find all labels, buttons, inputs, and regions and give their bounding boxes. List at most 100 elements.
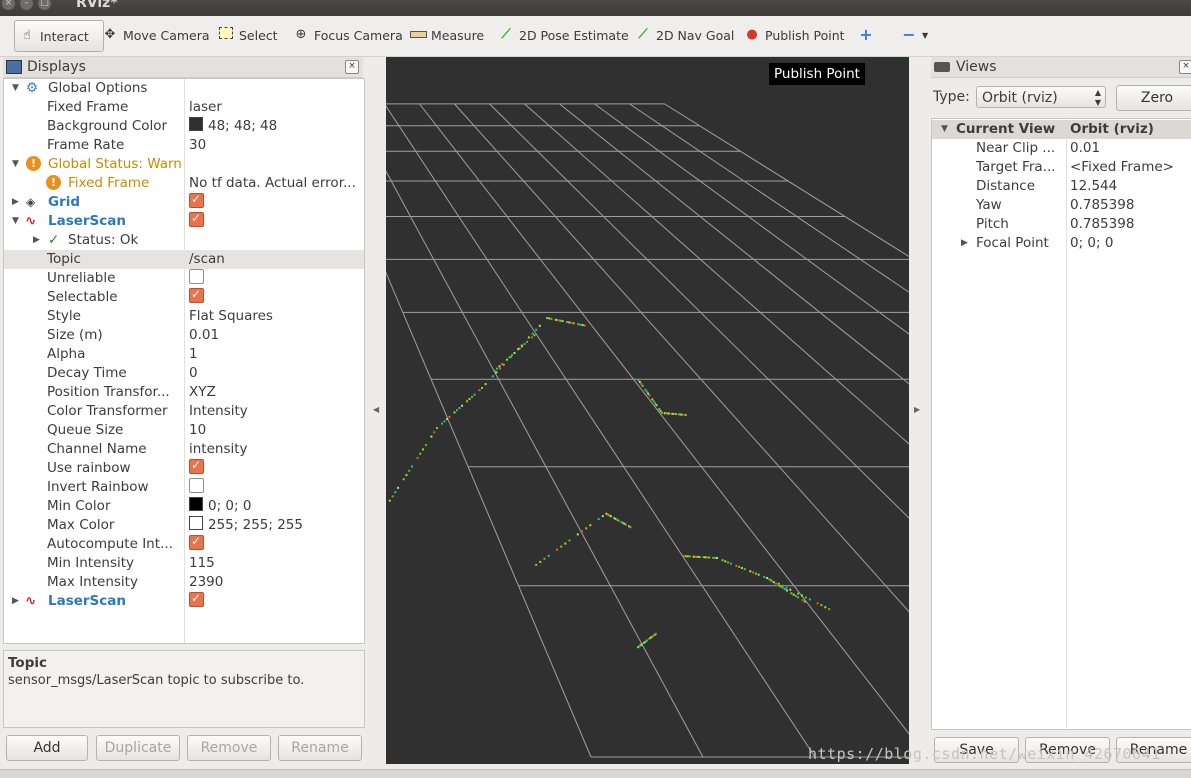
expand-arrow-icon[interactable]: ▼ xyxy=(941,120,948,139)
displays-tree[interactable]: ▼ ⚙ Global Options Fixed Frame laser Bac… xyxy=(3,78,365,644)
views-tree[interactable]: ▼ Current View Orbit (rviz) Near Clip ..… xyxy=(931,118,1191,730)
tree-row-laserscan-prop[interactable]: Decay Time 0 xyxy=(4,364,364,383)
tree-row-background-color[interactable]: Background Color 48; 48; 48 xyxy=(4,117,364,136)
add-button[interactable]: Add xyxy=(6,735,88,761)
interact-tool[interactable]: ☝ Interact xyxy=(14,20,104,52)
remove-tool-button[interactable]: − ▼ xyxy=(897,20,932,50)
prop-value[interactable] xyxy=(189,285,204,307)
tree-row-laserscan-prop[interactable]: Position Transfor... XYZ xyxy=(4,383,364,402)
property-checkbox[interactable] xyxy=(189,478,204,493)
tree-row-laserscan-prop[interactable]: Max Color 255; 255; 255 xyxy=(4,516,364,535)
enabled-checkbox[interactable] xyxy=(189,589,204,611)
property-checkbox[interactable] xyxy=(189,269,204,284)
tree-row-laserscan[interactable]: ▼ ∿ LaserScan xyxy=(4,209,364,231)
prop-value[interactable]: 0.785398 xyxy=(1070,215,1134,234)
prop-value[interactable]: 0; 0; 0 xyxy=(1070,234,1113,253)
collapse-arrow-icon[interactable]: ▶ xyxy=(33,231,40,250)
prop-value[interactable]: Intensity xyxy=(189,402,248,421)
focus-camera-tool[interactable]: ⊕ Focus Camera xyxy=(289,20,407,50)
zero-button[interactable]: Zero xyxy=(1116,85,1191,111)
prop-value[interactable]: 48; 48; 48 xyxy=(189,117,277,136)
collapse-arrow-icon[interactable]: ▶ xyxy=(12,592,19,611)
publish-point-tool[interactable]: ● Publish Point xyxy=(740,20,849,50)
prop-value[interactable]: 30 xyxy=(189,136,206,155)
tree-row-view-prop[interactable]: Yaw 0.785398 xyxy=(932,196,1191,215)
nav-goal-tool[interactable]: ⟋ 2D Nav Goal xyxy=(631,20,738,50)
prop-value[interactable]: 0.785398 xyxy=(1070,196,1134,215)
expand-arrow-icon[interactable]: ▼ xyxy=(12,212,19,231)
tree-row-view-prop[interactable]: Distance 12.544 xyxy=(932,177,1191,196)
tree-row-laserscan-prop[interactable]: Size (m) 0.01 xyxy=(4,326,364,345)
tree-row-grid[interactable]: ▶ ◈ Grid xyxy=(4,190,364,212)
tree-row-laserscan-prop[interactable]: Topic/scan xyxy=(4,250,364,269)
tree-row-view-prop[interactable]: ▶ Focal Point 0; 0; 0 xyxy=(932,234,1191,253)
tree-row-view-prop[interactable]: Target Fra... <Fixed Frame> xyxy=(932,158,1191,177)
tree-row-laserscan-prop[interactable]: Min Color 0; 0; 0 xyxy=(4,497,364,516)
expand-arrow-icon[interactable]: ▼ xyxy=(12,79,19,98)
property-checkbox[interactable] xyxy=(189,285,204,304)
tree-row-laserscan-prop[interactable]: Autocompute Int... xyxy=(4,532,364,554)
prop-value[interactable]: 0.01 xyxy=(189,326,219,345)
collapse-arrow-icon[interactable]: ▶ xyxy=(961,234,968,253)
enabled-checkbox[interactable] xyxy=(189,209,204,231)
tree-row-laserscan-prop[interactable]: Min Intensity 115 xyxy=(4,554,364,573)
minimize-window-icon[interactable]: – xyxy=(20,0,33,10)
splitter-left-handle[interactable]: ◀ xyxy=(373,405,379,414)
rename-button[interactable]: Rename xyxy=(278,735,362,761)
prop-value[interactable]: /scan xyxy=(189,250,225,269)
collapse-arrow-icon[interactable]: ▶ xyxy=(12,193,19,212)
tree-row-global-status[interactable]: ▼ ! Global Status: Warn xyxy=(4,155,364,174)
close-icon[interactable]: × xyxy=(1179,60,1191,74)
tree-row-current-view[interactable]: ▼ Current View Orbit (rviz) xyxy=(932,120,1191,139)
prop-value[interactable]: 10 xyxy=(189,421,206,440)
tree-row-laserscan-prop[interactable]: Queue Size 10 xyxy=(4,421,364,440)
prop-value[interactable] xyxy=(189,532,204,554)
prop-value[interactable]: 12.544 xyxy=(1070,177,1117,196)
tree-row-laserscan-prop[interactable]: Unreliable xyxy=(4,269,364,288)
close-window-icon[interactable]: × xyxy=(2,0,15,10)
prop-value[interactable]: <Fixed Frame> xyxy=(1070,158,1174,177)
prop-value[interactable]: 0.01 xyxy=(1070,139,1100,158)
prop-value[interactable]: laser xyxy=(189,98,222,117)
select-tool[interactable]: Select xyxy=(214,20,282,50)
prop-value[interactable]: 1 xyxy=(189,345,198,364)
tree-row-laserscan-prop[interactable]: Color Transformer Intensity xyxy=(4,402,364,421)
duplicate-button[interactable]: Duplicate xyxy=(96,735,180,761)
move-camera-tool[interactable]: ✥ Move Camera xyxy=(98,20,214,50)
prop-value[interactable] xyxy=(189,478,204,497)
tree-row-frame-rate[interactable]: Frame Rate 30 xyxy=(4,136,364,155)
tree-row-laserscan-prop[interactable]: Alpha 1 xyxy=(4,345,364,364)
tree-row-laserscan-prop[interactable]: Selectable xyxy=(4,285,364,307)
tree-row-fixed-frame[interactable]: Fixed Frame laser xyxy=(4,98,364,117)
tree-row-status-ok[interactable]: ▶ ✓ Status: Ok xyxy=(4,231,364,250)
tree-row-global-options[interactable]: ▼ ⚙ Global Options xyxy=(4,79,364,98)
prop-value[interactable]: 115 xyxy=(189,554,215,573)
measure-tool[interactable]: Measure xyxy=(406,20,488,50)
close-icon[interactable]: × xyxy=(345,60,359,74)
maximize-window-icon[interactable]: □ xyxy=(38,0,51,10)
tree-row-laserscan-2[interactable]: ▶ ∿ LaserScan xyxy=(4,589,364,611)
view-type-select[interactable]: Orbit (rviz) ▲ ▼ xyxy=(976,86,1106,108)
prop-value[interactable]: 0 xyxy=(189,364,198,383)
property-checkbox[interactable] xyxy=(189,456,204,475)
tree-row-status-fixed-frame[interactable]: ! Fixed Frame No tf data. Actual error..… xyxy=(4,174,364,193)
prop-value[interactable]: 255; 255; 255 xyxy=(189,516,303,535)
tree-row-laserscan-prop[interactable]: Style Flat Squares xyxy=(4,307,364,326)
property-checkbox[interactable] xyxy=(189,532,204,551)
tree-row-laserscan-prop[interactable]: Invert Rainbow xyxy=(4,478,364,497)
render-viewport[interactable] xyxy=(386,57,909,764)
expand-arrow-icon[interactable]: ▼ xyxy=(12,155,19,174)
splitter-right-handle[interactable]: ▶ xyxy=(914,405,920,414)
pose-estimate-tool[interactable]: ⟋ 2D Pose Estimate xyxy=(494,20,633,50)
tree-row-laserscan-prop[interactable]: Max Intensity 2390 xyxy=(4,573,364,592)
tree-row-view-prop[interactable]: Near Clip ... 0.01 xyxy=(932,139,1191,158)
prop-value[interactable] xyxy=(189,456,204,478)
remove-button[interactable]: Remove xyxy=(187,735,271,761)
prop-value[interactable]: Flat Squares xyxy=(189,307,273,326)
tree-row-laserscan-prop[interactable]: Use rainbow xyxy=(4,456,364,478)
tree-row-laserscan-prop[interactable]: Channel Name intensity xyxy=(4,440,364,459)
add-tool-button[interactable]: + xyxy=(854,20,878,50)
prop-value[interactable]: XYZ xyxy=(189,383,216,402)
prop-value[interactable]: 0; 0; 0 xyxy=(189,497,251,516)
tree-row-view-prop[interactable]: Pitch 0.785398 xyxy=(932,215,1191,234)
